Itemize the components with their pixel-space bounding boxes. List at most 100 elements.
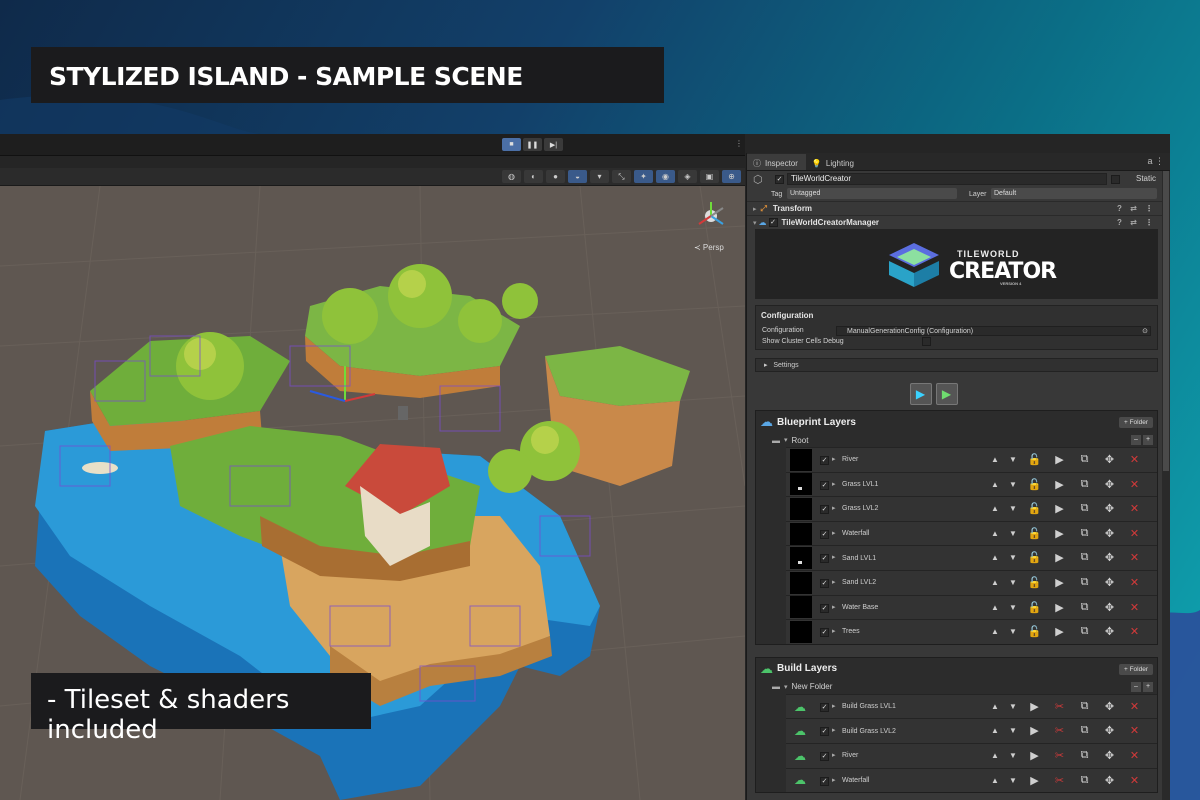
configuration-field[interactable]: ManualGenerationConfig (Configuration) ⊙: [836, 325, 1151, 336]
blueprint-layer-row[interactable]: ✓ ▸ Trees ▲ ▼ 🔓 ▶ ⧉ ✥ ✕: [786, 619, 1157, 644]
lock-icon[interactable]: 🔓: [1022, 502, 1047, 515]
manager-component-header[interactable]: ▾ ☁ ✓ TileWorldCreatorManager ? ⇄ ⋮: [747, 215, 1170, 229]
duplicate-icon[interactable]: ⧉: [1072, 551, 1097, 564]
blueprint-layer-row[interactable]: ✓ ▸ Sand LVL2 ▲ ▼ 🔓 ▶ ⧉ ✥ ✕: [786, 569, 1157, 595]
play-icon[interactable]: ▶: [1047, 478, 1072, 491]
move-icon[interactable]: ✥: [1097, 700, 1122, 713]
play-button[interactable]: ■: [502, 138, 521, 151]
foldout-arrow-icon[interactable]: ▸: [832, 529, 836, 537]
foldout-arrow-icon[interactable]: ▸: [832, 480, 836, 488]
duplicate-icon[interactable]: ⧉: [1072, 774, 1097, 787]
play-icon[interactable]: ▶: [1047, 601, 1072, 614]
solid-icon[interactable]: ●: [546, 170, 565, 183]
layer-enabled-checkbox[interactable]: ✓: [820, 456, 829, 465]
move-icon[interactable]: ✥: [1097, 551, 1122, 564]
tools-icon[interactable]: ✂: [1047, 774, 1072, 787]
layer-enabled-checkbox[interactable]: ✓: [820, 578, 829, 588]
blueprint-layer-row[interactable]: ✓ ▸ Waterfall ▲ ▼ 🔓 ▶ ⧉ ✥ ✕: [786, 520, 1157, 546]
lighting-toggle-icon[interactable]: ✦: [634, 170, 653, 183]
move-up-icon[interactable]: ▲: [986, 480, 1004, 489]
play-icon[interactable]: ▶: [1022, 749, 1047, 762]
move-up-icon[interactable]: ▲: [986, 726, 1004, 735]
build-layer-row[interactable]: ☁ ✓ ▸ Waterfall ▲ ▼ ▶ ✂ ⧉ ✥ ✕: [786, 767, 1157, 793]
layer-enabled-checkbox[interactable]: ✓: [820, 727, 829, 737]
add-folder-button[interactable]: + Folder: [1118, 417, 1153, 428]
delete-icon[interactable]: ✕: [1122, 774, 1147, 787]
add-layer-button[interactable]: +: [1143, 681, 1153, 692]
component-menu-icon[interactable]: ? ⇄ ⋮: [1117, 218, 1156, 227]
move-down-icon[interactable]: ▼: [1004, 480, 1022, 489]
move-up-icon[interactable]: ▲: [986, 578, 1004, 587]
foldout-arrow-icon[interactable]: ▸: [832, 726, 836, 734]
delete-icon[interactable]: ✕: [1122, 551, 1147, 564]
add-folder-button[interactable]: + Folder: [1118, 663, 1153, 675]
delete-icon[interactable]: ✕: [1122, 601, 1147, 614]
foldout-arrow-icon[interactable]: ▸: [832, 702, 836, 710]
blueprint-layer-row[interactable]: ✓ ▸ Grass LVL1 ▲ ▼ 🔓 ▶ ⧉ ✥ ✕: [786, 471, 1157, 497]
foldout-arrow-icon[interactable]: ▸: [832, 578, 836, 586]
layer-dropdown[interactable]: Default: [991, 188, 1157, 199]
foldout-arrow-icon[interactable]: ▸: [832, 627, 836, 635]
tag-dropdown[interactable]: Untagged: [787, 188, 957, 199]
collapse-button[interactable]: –: [1131, 435, 1141, 445]
duplicate-icon[interactable]: ⧉: [1072, 625, 1097, 638]
tools-icon[interactable]: ✂: [1047, 700, 1072, 713]
move-up-icon[interactable]: ▲: [986, 702, 1004, 711]
generate-blueprint-button[interactable]: ▶: [909, 383, 932, 405]
static-label[interactable]: Static: [1136, 174, 1156, 183]
play-icon[interactable]: ▶: [1047, 453, 1072, 466]
build-layer-row[interactable]: ☁ ✓ ▸ Build Grass LVL2 ▲ ▼ ▶ ✂ ⧉ ✥ ✕: [786, 718, 1157, 743]
inspector-scrollbar[interactable]: [1162, 171, 1170, 800]
component-enabled-checkbox[interactable]: ✓: [768, 218, 778, 227]
move-icon[interactable]: ✥: [1097, 774, 1122, 787]
visibility-icon[interactable]: ◉: [656, 170, 675, 183]
move-up-icon[interactable]: ▲: [986, 455, 1004, 464]
lock-icon[interactable]: 🔓: [1022, 576, 1047, 589]
effects-icon[interactable]: ◈: [678, 170, 697, 183]
play-icon[interactable]: ▶: [1022, 724, 1047, 737]
duplicate-icon[interactable]: ⧉: [1072, 527, 1097, 540]
layer-enabled-checkbox[interactable]: ✓: [820, 554, 829, 564]
gizmos-icon[interactable]: ⊕: [722, 170, 741, 183]
generate-build-button[interactable]: ▶: [935, 383, 958, 405]
move-icon[interactable]: ✥: [1097, 724, 1122, 737]
duplicate-icon[interactable]: ⧉: [1072, 724, 1097, 737]
lock-icon[interactable]: 🔓: [1022, 551, 1047, 564]
play-icon[interactable]: ▶: [1047, 502, 1072, 515]
foldout-arrow-icon[interactable]: ▸: [832, 553, 836, 561]
blueprint-layer-row[interactable]: ✓ ▸ Sand LVL1 ▲ ▼ 🔓 ▶ ⧉ ✥ ✕: [786, 545, 1157, 570]
object-picker-icon[interactable]: ⊙: [1142, 327, 1148, 336]
move-icon[interactable]: ✥: [1097, 453, 1122, 466]
move-up-icon[interactable]: ▲: [986, 553, 1004, 562]
move-up-icon[interactable]: ▲: [986, 529, 1004, 538]
tools-icon[interactable]: ✂: [1047, 724, 1072, 737]
move-up-icon[interactable]: ▲: [986, 751, 1004, 760]
delete-icon[interactable]: ✕: [1122, 749, 1147, 762]
blueprint-layer-row[interactable]: ✓ ▸ Grass LVL2 ▲ ▼ 🔓 ▶ ⧉ ✥ ✕: [786, 496, 1157, 521]
foldout-arrow-icon[interactable]: ▸: [832, 455, 836, 463]
move-down-icon[interactable]: ▼: [1004, 578, 1022, 587]
move-icon[interactable]: ✥: [1097, 749, 1122, 762]
layer-enabled-checkbox[interactable]: ✓: [820, 603, 829, 613]
delete-icon[interactable]: ✕: [1122, 576, 1147, 589]
move-up-icon[interactable]: ▲: [986, 627, 1004, 636]
root-folder[interactable]: ▬ ▾ Root – +: [756, 433, 1157, 447]
move-up-icon[interactable]: ▲: [986, 603, 1004, 612]
move-down-icon[interactable]: ▼: [1004, 776, 1022, 785]
lock-icon[interactable]: a ⋮: [1147, 156, 1164, 167]
tab-lighting[interactable]: 💡 Lighting: [806, 154, 862, 170]
draw-mode-icon[interactable]: ▾: [590, 170, 609, 183]
2d-toggle-icon[interactable]: ⤡: [612, 170, 631, 183]
foldout-arrow-icon[interactable]: ▸: [832, 776, 836, 784]
foldout-arrow-icon[interactable]: ▸: [832, 751, 836, 759]
layer-enabled-checkbox[interactable]: ✓: [820, 628, 829, 638]
play-icon[interactable]: ▶: [1022, 700, 1047, 713]
tab-inspector[interactable]: ⓘ Inspector: [747, 154, 806, 170]
blueprint-layer-row[interactable]: ✓ ▸ Water Base ▲ ▼ 🔓 ▶ ⧉ ✥ ✕: [786, 594, 1157, 620]
play-icon[interactable]: ▶: [1047, 576, 1072, 589]
lock-icon[interactable]: 🔓: [1022, 453, 1047, 466]
step-button[interactable]: ▶|: [544, 138, 563, 151]
camera-icon[interactable]: ▣: [700, 170, 719, 183]
pause-button[interactable]: ❚❚: [523, 138, 542, 151]
move-up-icon[interactable]: ▲: [986, 776, 1004, 785]
